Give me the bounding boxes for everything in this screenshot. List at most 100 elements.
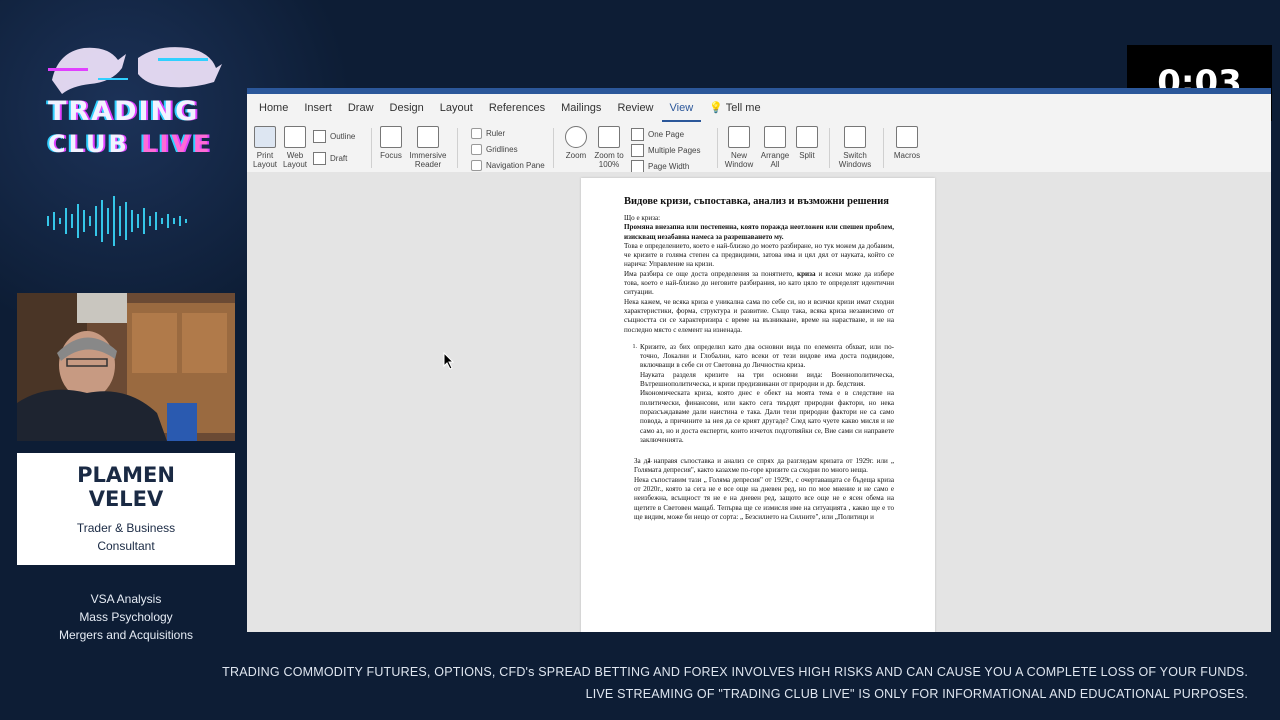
list-item: 1. Кризите, аз бих определил като два ос… xyxy=(633,343,895,445)
switch-windows-label: Switch Windows xyxy=(838,151,872,169)
ruler-checkbox[interactable]: Ruler xyxy=(471,128,505,139)
text-run: Има разбира се още доста определения за … xyxy=(624,269,794,278)
arrange-all-label: Arrange All xyxy=(760,151,790,169)
skill-item: Mergers and Acquisitions xyxy=(58,628,194,642)
tab-review[interactable]: Review xyxy=(609,94,661,122)
ribbon-tabs: Home Insert Draw Design Layout Reference… xyxy=(247,94,1271,122)
immersive-reader-label: Immersive Reader xyxy=(409,151,447,169)
tab-mailings[interactable]: Mailings xyxy=(553,94,609,122)
list-paragraph: Науката разделя кризите на три основни в… xyxy=(640,370,894,389)
arrange-all-button[interactable]: Arrange All xyxy=(759,126,791,169)
split-icon xyxy=(796,126,818,148)
numbered-list: 1. Кризите, аз бих определил като два ос… xyxy=(624,343,895,522)
list-paragraph: За да направя съпоставка и анализ се спр… xyxy=(634,457,894,475)
zoom-100-button[interactable]: Zoom to 100% xyxy=(593,126,625,169)
logo-club: CLUB xyxy=(48,130,130,158)
text-run-bold: криза xyxy=(796,269,816,278)
multiple-pages-label: Multiple Pages xyxy=(648,146,701,155)
draft-icon xyxy=(313,152,326,165)
zoom-label: Zoom xyxy=(565,151,587,160)
focus-button[interactable]: Focus xyxy=(377,126,405,160)
multiple-pages-icon xyxy=(631,144,644,157)
navigation-pane-checkbox-box xyxy=(471,160,482,171)
tell-me-label: Tell me xyxy=(725,102,761,114)
ribbon-divider xyxy=(371,128,372,168)
disclaimer-line-2: LIVE STREAMING OF "TRADING CLUB LIVE" IS… xyxy=(585,687,1248,701)
word-window: Home Insert Draw Design Layout Reference… xyxy=(247,88,1271,632)
paragraph: Има разбира се още доста определения за … xyxy=(624,270,894,298)
one-page-button[interactable]: One Page xyxy=(631,128,684,141)
mouse-pointer-icon xyxy=(443,352,455,370)
view-ribbon: Print Layout Web Layout Outline Draft Fo… xyxy=(247,122,1271,173)
logo-live: LIVE xyxy=(141,130,213,158)
tab-view[interactable]: View xyxy=(661,94,702,122)
presenter-role-1: Trader & Business xyxy=(76,521,176,535)
switch-windows-icon xyxy=(844,126,866,148)
list-paragraph: Нека съпоставим тази „ Голяма депресия" … xyxy=(634,475,894,521)
gridlines-label: Gridlines xyxy=(486,145,518,154)
ribbon-divider xyxy=(457,128,458,168)
draft-button[interactable]: Draft xyxy=(313,152,347,165)
presenter-card: PLAMEN VELEV Trader & Business Consultan… xyxy=(17,453,235,565)
list-number: 2. xyxy=(647,458,653,465)
new-window-button[interactable]: New Window xyxy=(723,126,755,169)
tab-design[interactable]: Design xyxy=(382,94,432,122)
ruler-label: Ruler xyxy=(486,129,506,138)
list-item: 2. За да направя съпоставка и анализ се … xyxy=(634,457,894,522)
one-page-label: One Page xyxy=(648,130,685,139)
definition-paragraph: Промяна внезапна или постепенна, която п… xyxy=(624,223,894,241)
bull-bear-icon xyxy=(48,47,222,94)
tab-draw[interactable]: Draw xyxy=(340,94,382,122)
ribbon-divider xyxy=(717,128,718,168)
switch-windows-button[interactable]: Switch Windows xyxy=(835,126,875,169)
new-window-label: New Window xyxy=(724,151,754,169)
webcam-feed xyxy=(17,293,235,441)
outline-label: Outline xyxy=(330,132,356,141)
ribbon-divider xyxy=(553,128,554,168)
audio-wave-icon xyxy=(47,196,187,246)
immersive-reader-button[interactable]: Immersive Reader xyxy=(407,126,449,169)
paragraph: Нека кажем, че всяка криза е уникална са… xyxy=(624,297,894,334)
focus-icon xyxy=(380,126,402,148)
tell-me-search[interactable]: 💡 Tell me xyxy=(701,94,768,122)
web-layout-icon xyxy=(284,126,306,148)
print-layout-button[interactable]: Print Layout xyxy=(251,126,279,169)
document-canvas[interactable]: Видове кризи, съпоставка, анализ и възмо… xyxy=(247,172,1271,632)
multiple-pages-button[interactable]: Multiple Pages xyxy=(631,144,700,157)
ruler-checkbox-box xyxy=(471,128,482,139)
list-number: 1. xyxy=(632,343,638,350)
navigation-pane-checkbox[interactable]: Navigation Pane xyxy=(471,160,545,171)
risk-disclaimer: TRADING COMMODITY FUTURES, OPTIONS, CFD'… xyxy=(222,661,1248,705)
immersive-reader-icon xyxy=(417,126,439,148)
document-body: Видове кризи, съпоставка, анализ и възмо… xyxy=(624,196,894,530)
tab-home[interactable]: Home xyxy=(251,94,296,122)
lightbulb-icon: 💡 xyxy=(709,102,723,114)
paragraph: Що е криза: xyxy=(624,214,661,222)
zoom-100-label: Zoom to 100% xyxy=(594,151,624,169)
tab-layout[interactable]: Layout xyxy=(432,94,481,122)
web-layout-button[interactable]: Web Layout xyxy=(281,126,309,169)
outline-button[interactable]: Outline xyxy=(313,130,355,143)
tab-references[interactable]: References xyxy=(481,94,553,122)
print-layout-label: Print Layout xyxy=(252,151,278,169)
presenter-name-first: PLAMEN xyxy=(77,463,175,487)
magnifier-icon xyxy=(565,126,587,148)
skill-item: VSA Analysis xyxy=(90,592,162,606)
split-button[interactable]: Split xyxy=(793,126,821,160)
one-page-icon xyxy=(631,128,644,141)
document-page[interactable]: Видове кризи, съпоставка, анализ и възмо… xyxy=(581,178,935,632)
macros-button[interactable]: Macros xyxy=(889,126,925,160)
paragraph: Това е определението, което е най-близко… xyxy=(624,241,894,269)
focus-label: Focus xyxy=(380,151,402,160)
trading-club-live-logo: TRADING CLUB LIVE xyxy=(38,38,228,168)
gridlines-checkbox[interactable]: Gridlines xyxy=(471,144,518,155)
tab-insert[interactable]: Insert xyxy=(296,94,340,122)
gridlines-checkbox-box xyxy=(471,144,482,155)
macros-icon xyxy=(896,126,918,148)
zoom-button[interactable]: Zoom xyxy=(561,126,591,160)
logo-subtitle: CLUB LIVE xyxy=(48,130,212,158)
ribbon-divider xyxy=(883,128,884,168)
presenter-role-2: Consultant xyxy=(97,539,155,553)
print-layout-icon xyxy=(254,126,276,148)
ribbon-divider xyxy=(829,128,830,168)
